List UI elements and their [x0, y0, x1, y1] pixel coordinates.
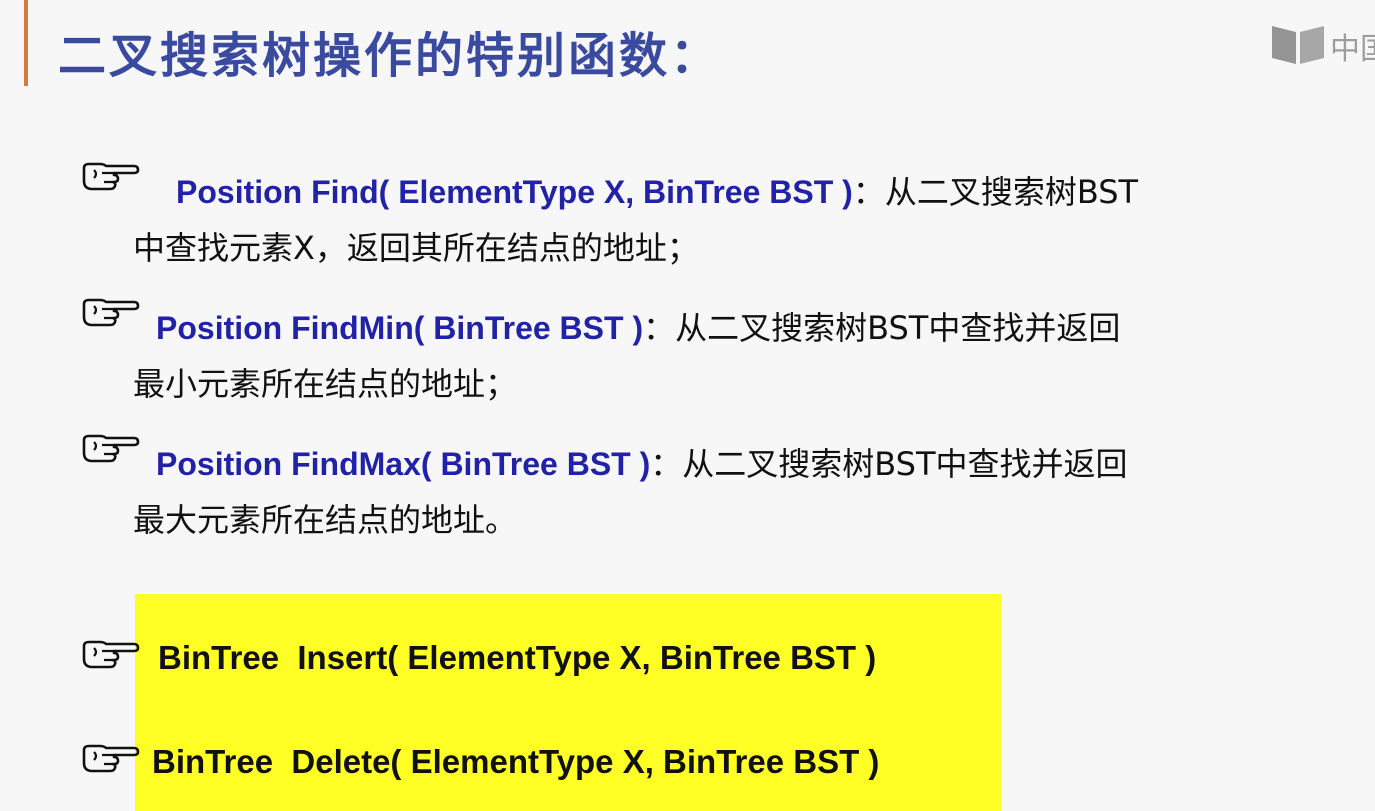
item-findmax-desc: ：从二叉搜索树BST中查找并返回: [650, 445, 1128, 483]
logo: 中国: [1268, 18, 1375, 68]
item-findmax: Position FindMax( BinTree BST )：从二叉搜索树BS…: [156, 436, 1128, 492]
item-find-desc-cont: 中查找元素X，返回其所在结点的地址；: [133, 229, 699, 267]
item-find-desc: ：从二叉搜索树BST: [852, 173, 1139, 211]
item-findmin: Position FindMin( BinTree BST )：从二叉搜索树BS…: [156, 300, 1120, 356]
pointing-hand-icon: [82, 640, 140, 669]
pointing-hand-icon: [82, 162, 140, 191]
item-insert-signature: BinTree Insert( ElementType X, BinTree B…: [158, 639, 877, 676]
book-icon: [1272, 26, 1324, 64]
item-delete-signature: BinTree Delete( ElementType X, BinTree B…: [152, 743, 880, 780]
item-find: Position Find( ElementType X, BinTree BS…: [176, 164, 1138, 220]
item-find-signature: Position Find( ElementType X, BinTree BS…: [176, 174, 853, 210]
page-title: 二叉搜索树操作的特别函数：: [58, 28, 722, 84]
item-findmax-desc-cont: 最大元素所在结点的地址。: [133, 501, 518, 539]
title-accent-bar: [24, 0, 28, 86]
item-findmin-desc: ：从二叉搜索树BST中查找并返回: [643, 309, 1121, 347]
item-findmin-desc-cont: 最小元素所在结点的地址；: [133, 365, 518, 403]
pointing-hand-icon: [82, 744, 140, 773]
pointing-hand-icon: [82, 434, 140, 463]
logo-text: 中国: [1330, 32, 1375, 67]
pointing-hand-icon: [82, 298, 140, 327]
item-findmin-signature: Position FindMin( BinTree BST ): [156, 310, 644, 346]
item-findmax-signature: Position FindMax( BinTree BST ): [156, 446, 651, 482]
